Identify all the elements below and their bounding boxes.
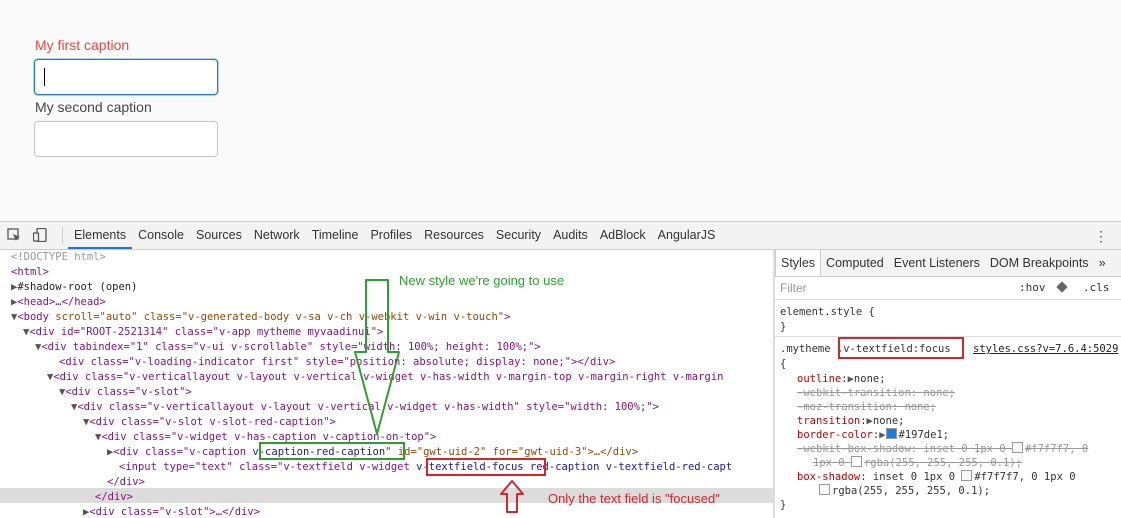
hover-state-toggle[interactable]: :hov <box>1019 281 1046 294</box>
second-caption: My second caption <box>35 99 152 115</box>
app-area: My first caption My second caption <box>0 0 1121 221</box>
inspect-element-icon[interactable] <box>7 228 21 242</box>
filter-input[interactable]: Filter <box>780 281 807 295</box>
element-style-rule[interactable]: element.style { <box>780 305 875 320</box>
tab-dom-breakpoints[interactable]: DOM Breakpoints <box>985 250 1094 276</box>
tab-security[interactable]: Security <box>490 222 547 249</box>
prop-transition[interactable]: transition:▶none; <box>797 414 904 429</box>
prop-box-shadow[interactable]: box-shadow: inset 0 1px 0 #f7f7f7, 0 1px… <box>797 470 1076 485</box>
dom-node[interactable]: ▼<div class="v-slot v-slot-red-caption"> <box>83 415 336 430</box>
prop-border-color[interactable]: border-color:▶ #197de1; <box>797 428 949 443</box>
stylesheet-link[interactable]: styles.css?v=7.6.4:5029 <box>973 342 1118 357</box>
tab-network[interactable]: Network <box>248 222 306 249</box>
selector-annotation-box <box>838 337 964 359</box>
dom-node[interactable]: <div class="v-loading-indicator first" s… <box>59 355 615 370</box>
dom-node[interactable]: ▼<body scroll="auto" class="v-generated-… <box>11 310 510 325</box>
toolbar-separator <box>62 227 63 244</box>
color-format-icon[interactable] <box>1056 281 1068 293</box>
rule-close-brace: } <box>780 321 787 333</box>
prop-box-shadow-cont: rgba(255, 255, 255, 0.1); <box>819 484 990 499</box>
tab-console[interactable]: Console <box>132 222 190 249</box>
dom-node[interactable]: </div> <box>107 475 145 490</box>
more-options-icon[interactable]: ⋮ <box>1094 228 1108 244</box>
prop-moz-transition[interactable]: -moz-transition: none; <box>797 400 936 415</box>
tab-audits[interactable]: Audits <box>547 222 594 249</box>
styles-pane: Styles Computed Event Listeners DOM Brea… <box>775 250 1121 518</box>
prop-outline[interactable]: outline:▶none; <box>797 372 886 387</box>
devtools-panel: Elements Console Sources Network Timelin… <box>0 221 1121 518</box>
first-text-field[interactable] <box>34 59 218 95</box>
tab-elements[interactable]: Elements <box>68 222 133 249</box>
color-swatch[interactable] <box>961 470 973 481</box>
focus-class-annotation-box <box>426 458 546 476</box>
device-mode-icon[interactable] <box>33 228 47 242</box>
tab-computed[interactable]: Computed <box>821 250 889 276</box>
prop-webkit-transition[interactable]: -webkit-transition: none; <box>797 386 955 401</box>
devtools-tabs: Elements Console Sources Network Timelin… <box>68 222 721 249</box>
tab-event-listeners[interactable]: Event Listeners <box>889 250 985 276</box>
prop-webkit-box-shadow-cont: 1px 0 rgba(255, 255, 255, 0.1); <box>813 456 1022 469</box>
prop-webkit-box-shadow[interactable]: -webkit-box-shadow: inset 0 1px 0 #f7f7f… <box>797 442 1088 457</box>
tab-adblock[interactable]: AdBlock <box>594 222 652 249</box>
rule-open-brace: { <box>780 358 787 370</box>
tab-timeline[interactable]: Timeline <box>306 222 365 249</box>
devtools-toolbar: Elements Console Sources Network Timelin… <box>0 222 1121 250</box>
dom-node[interactable]: </div> <box>95 490 133 505</box>
color-swatch[interactable] <box>885 428 897 439</box>
dom-node[interactable]: ▼<div id="ROOT-2521314" class="v-app myt… <box>23 325 383 340</box>
rule-close-brace: } <box>780 499 787 511</box>
class-toggle[interactable]: .cls <box>1083 281 1110 294</box>
new-style-annotation: New style we're going to use <box>399 273 565 288</box>
more-tabs-icon[interactable]: » <box>1094 250 1111 276</box>
dom-node[interactable]: ▶#shadow-root (open) <box>11 280 137 295</box>
dom-node[interactable]: ▼<div tabindex="1" class="v-ui v-scrolla… <box>35 340 541 355</box>
color-swatch[interactable] <box>1011 442 1023 453</box>
styles-tabs: Styles Computed Event Listeners DOM Brea… <box>775 250 1121 277</box>
dom-node[interactable]: ▶<head>…</head> <box>11 295 106 310</box>
color-swatch[interactable] <box>850 456 862 467</box>
styles-filter-bar: Filter :hov .cls <box>775 277 1121 300</box>
text-cursor <box>44 68 45 86</box>
dom-node[interactable]: ▼<div class="v-verticallayout v-layout v… <box>71 400 659 415</box>
dom-node[interactable]: <html> <box>11 265 49 280</box>
first-caption: My first caption <box>35 37 130 53</box>
tab-styles[interactable]: Styles <box>775 250 822 276</box>
tab-profiles[interactable]: Profiles <box>364 222 418 249</box>
caption-class-annotation-box <box>259 442 405 460</box>
only-focused-annotation: Only the text field is "focused" <box>548 491 720 506</box>
dom-node[interactable]: <!DOCTYPE html> <box>11 250 106 265</box>
second-text-field[interactable] <box>34 121 218 157</box>
dom-node[interactable]: ▼<div class="v-verticallayout v-layout v… <box>47 370 723 385</box>
dom-tree: <!DOCTYPE html> <html> ▶#shadow-root (op… <box>0 250 773 518</box>
tab-angularjs[interactable]: AngularJS <box>652 222 722 249</box>
tab-resources[interactable]: Resources <box>418 222 490 249</box>
dom-node[interactable]: ▶<div class="v-slot">…</div> <box>83 505 260 518</box>
color-swatch[interactable] <box>819 484 830 495</box>
tab-sources[interactable]: Sources <box>190 222 248 249</box>
dom-node[interactable]: ▼<div class="v-slot"> <box>59 385 192 400</box>
